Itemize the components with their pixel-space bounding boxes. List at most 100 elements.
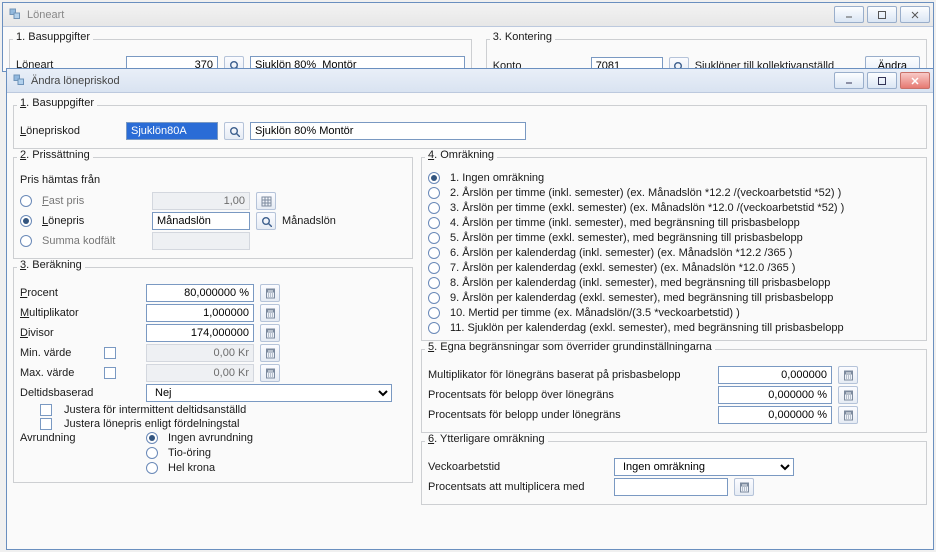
vecko-label: Veckoarbetstid [428, 461, 608, 473]
procent-calc-button[interactable] [260, 284, 280, 302]
avr-tio-label: Tio-öring [168, 447, 211, 459]
omr-opt-1-radio[interactable] [428, 172, 440, 184]
omr-opt-6-label: 6. Årslön per kalenderdag (inkl. semeste… [450, 247, 792, 259]
summa-radio[interactable] [20, 235, 32, 247]
app-icon [13, 74, 27, 88]
avr-ingen-radio[interactable] [146, 432, 158, 444]
omr-opt-6-radio[interactable] [428, 247, 440, 259]
max-calc-button[interactable] [260, 364, 280, 382]
fast-pris-label: Fast pris [42, 195, 146, 207]
group-ytterligare: 6. Ytterligare omräkning [425, 433, 548, 445]
max-label: Max. värde [20, 367, 98, 379]
under-lonegrans-label: Procentsats för belopp under lönegräns [428, 409, 712, 421]
max-input [146, 364, 254, 382]
omr-opt-11-label: 11. Sjuklön per kalenderdag (exkl. semes… [450, 322, 844, 334]
over-lonegrans-input[interactable] [718, 386, 832, 404]
mult-lonegrans-input[interactable] [718, 366, 832, 384]
group-kontering: 3. Kontering [490, 31, 555, 43]
close-button[interactable] [900, 6, 930, 23]
omr-opt-2-label: 2. Årslön per timme (inkl. semester) (ex… [450, 187, 841, 199]
lonepriskod-desc-input[interactable] [250, 122, 526, 140]
avr-hel-label: Hel krona [168, 462, 215, 474]
omr-opt-3-radio[interactable] [428, 202, 440, 214]
procmult-calc-button[interactable] [734, 478, 754, 496]
min-input [146, 344, 254, 362]
lonepris-input[interactable] [152, 212, 250, 230]
omr-opt-9-label: 9. Årslön per kalenderdag (exkl. semeste… [450, 292, 833, 304]
close-button[interactable] [900, 72, 930, 89]
div-calc-button[interactable] [260, 324, 280, 342]
div-input[interactable] [146, 324, 254, 342]
just1-check[interactable] [40, 404, 52, 416]
under-lonegrans-calc-button[interactable] [838, 406, 858, 424]
omr-opt-1-label: 1. Ingen omräkning [450, 172, 544, 184]
summa-label: Summa kodfält [42, 235, 146, 247]
omr-opt-5-label: 5. Årslön per timme (exkl. semester), me… [450, 232, 803, 244]
lonepriskod-search-button[interactable] [224, 122, 244, 140]
lonepriskod-input[interactable] [126, 122, 218, 140]
pris-hamtas-label: Pris hämtas från [20, 174, 406, 186]
mult-label: Multiplikator [20, 307, 140, 319]
maximize-button[interactable] [867, 72, 897, 89]
procent-label: Procent [20, 287, 140, 299]
min-label: Min. värde [20, 347, 98, 359]
omr-opt-4-label: 4. Årslön per timme (inkl. semester), me… [450, 217, 800, 229]
lonepris-label: Lönepris [42, 215, 146, 227]
group-egna: 5. Egna begränsningar som överrider grun… [425, 341, 715, 353]
mult-lonegrans-calc-button[interactable] [838, 366, 858, 384]
group-basuppgifter: 1. Basuppgifter [17, 97, 97, 109]
omr-opt-3-label: 3. Årslön per timme (exkl. semester) (ex… [450, 202, 844, 214]
over-lonegrans-calc-button[interactable] [838, 386, 858, 404]
avr-ingen-label: Ingen avrundning [168, 432, 253, 444]
lonepris-radio[interactable] [20, 215, 32, 227]
fast-pris-input [152, 192, 250, 210]
avr-hel-radio[interactable] [146, 462, 158, 474]
avr-label: Avrundning [20, 432, 140, 444]
fast-pris-radio[interactable] [20, 195, 32, 207]
div-label: Divisor [20, 327, 140, 339]
mult-lonegrans-label: Multiplikator för lönegräns baserat på p… [428, 369, 712, 381]
lonepris-search-button[interactable] [256, 212, 276, 230]
omr-opt-8-radio[interactable] [428, 277, 440, 289]
omr-opt-7-radio[interactable] [428, 262, 440, 274]
mult-input[interactable] [146, 304, 254, 322]
omr-opt-2-radio[interactable] [428, 187, 440, 199]
lonepriskod-label: Lönepriskod [20, 125, 120, 137]
max-check[interactable] [104, 367, 116, 379]
mult-calc-button[interactable] [260, 304, 280, 322]
maximize-button[interactable] [867, 6, 897, 23]
bg-titlebar[interactable]: Löneart [3, 3, 933, 27]
procmult-label: Procentsats att multiplicera med [428, 481, 608, 493]
del-select[interactable]: Nej [146, 384, 392, 402]
group-berakning: 3. Beräkning [17, 259, 85, 271]
just2-check[interactable] [40, 418, 52, 430]
avr-tio-radio[interactable] [146, 447, 158, 459]
min-check[interactable] [104, 347, 116, 359]
del-label: Deltidsbaserad [20, 387, 140, 399]
omr-opt-7-label: 7. Årslön per kalenderdag (exkl. semeste… [450, 262, 795, 274]
bg-title: Löneart [27, 9, 834, 21]
min-calc-button[interactable] [260, 344, 280, 362]
omr-opt-4-radio[interactable] [428, 217, 440, 229]
fg-titlebar[interactable]: Ändra lönepriskod [7, 69, 933, 93]
just2-label: Justera lönepris enligt fördelningstal [64, 418, 240, 430]
lonepris-desc: Månadslön [282, 215, 336, 227]
omr-opt-5-radio[interactable] [428, 232, 440, 244]
minimize-button[interactable] [834, 72, 864, 89]
over-lonegrans-label: Procentsats för belopp över lönegräns [428, 389, 712, 401]
summa-input [152, 232, 250, 250]
vecko-select[interactable]: Ingen omräkning [614, 458, 794, 476]
group-basuppgifter-bg: 1. Basuppgifter [13, 31, 93, 43]
group-omrakning: 4. Omräkning [425, 149, 497, 161]
minimize-button[interactable] [834, 6, 864, 23]
group-prissattning: 2. Prissättning [17, 149, 93, 161]
under-lonegrans-input[interactable] [718, 406, 832, 424]
omr-opt-9-radio[interactable] [428, 292, 440, 304]
fg-title: Ändra lönepriskod [31, 75, 834, 87]
fast-pris-grid-button[interactable] [256, 192, 276, 210]
omr-opt-11-radio[interactable] [428, 322, 440, 334]
procmult-input[interactable] [614, 478, 728, 496]
omr-opt-10-label: 10. Mertid per timme (ex. Månadslön/(3.5… [450, 307, 740, 319]
omr-opt-10-radio[interactable] [428, 307, 440, 319]
procent-input[interactable] [146, 284, 254, 302]
